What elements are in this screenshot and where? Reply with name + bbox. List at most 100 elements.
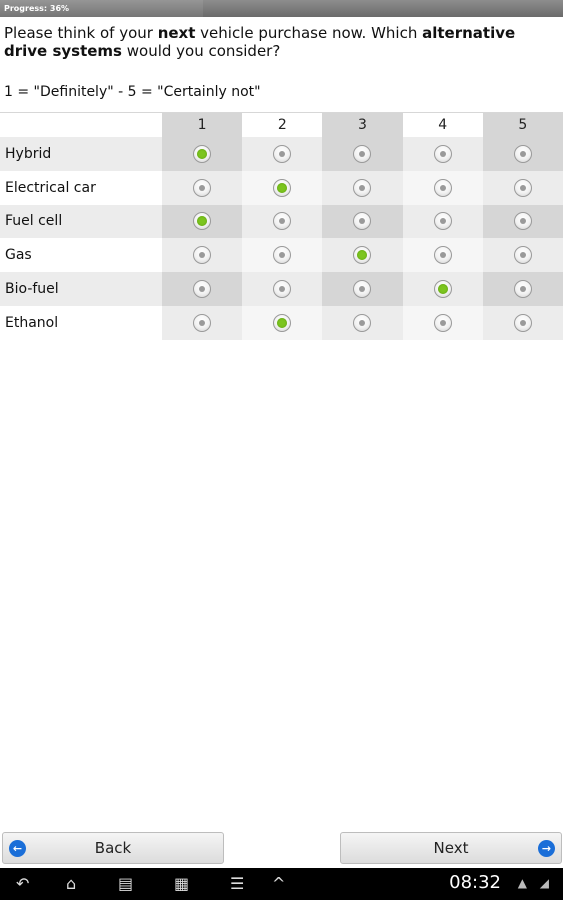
radio-option[interactable] bbox=[513, 246, 532, 265]
radio-dot bbox=[197, 216, 208, 227]
question-part2: vehicle purchase now. Which bbox=[195, 24, 423, 42]
recent-apps-icon[interactable]: ▤ bbox=[118, 874, 133, 894]
radio-option[interactable] bbox=[433, 212, 452, 231]
radio-option[interactable] bbox=[353, 313, 372, 332]
radio-selected[interactable] bbox=[353, 246, 372, 265]
radio-dot bbox=[359, 184, 366, 191]
home-icon[interactable]: ⌂ bbox=[66, 874, 76, 894]
rating-cell bbox=[322, 238, 403, 273]
radio-option[interactable] bbox=[433, 178, 452, 197]
grid-row: Electrical car bbox=[0, 170, 563, 205]
rating-cell bbox=[482, 238, 563, 273]
radio-selected[interactable] bbox=[433, 280, 452, 299]
rating-cell bbox=[322, 305, 403, 340]
radio-option[interactable] bbox=[433, 313, 452, 332]
back-button[interactable]: ← Back bbox=[2, 832, 224, 864]
radio-dot bbox=[279, 218, 286, 225]
radio-dot bbox=[359, 150, 366, 157]
radio-selected[interactable] bbox=[273, 178, 292, 197]
radio-option[interactable] bbox=[273, 144, 292, 163]
rating-cell bbox=[482, 204, 563, 239]
radio-option[interactable] bbox=[193, 313, 212, 332]
rating-cell bbox=[162, 305, 243, 340]
rating-cell bbox=[402, 170, 483, 205]
question-text: Please think of your next vehicle purcha… bbox=[4, 24, 556, 60]
radio-option[interactable] bbox=[193, 178, 212, 197]
radio-option[interactable] bbox=[273, 246, 292, 265]
rating-cell bbox=[322, 137, 403, 171]
rating-cell bbox=[402, 305, 483, 340]
radio-dot bbox=[277, 182, 288, 193]
radio-option[interactable] bbox=[353, 178, 372, 197]
rating-cell bbox=[162, 272, 243, 306]
rating-cell bbox=[322, 170, 403, 205]
rating-cell bbox=[162, 204, 243, 239]
rating-cell bbox=[242, 204, 323, 239]
rating-cell bbox=[162, 238, 243, 273]
radio-option[interactable] bbox=[513, 280, 532, 299]
column-header-3: 3 bbox=[322, 113, 403, 137]
question-part3: would you consider? bbox=[122, 42, 281, 60]
radio-dot bbox=[279, 252, 286, 259]
column-header-4: 4 bbox=[402, 113, 483, 137]
radio-dot bbox=[199, 184, 206, 191]
scale-note: 1 = "Definitely" - 5 = "Certainly not" bbox=[4, 84, 261, 100]
rating-cell bbox=[402, 137, 483, 171]
radio-option[interactable] bbox=[353, 212, 372, 231]
radio-dot bbox=[439, 319, 446, 326]
grid-row: Hybrid bbox=[0, 137, 563, 171]
radio-dot bbox=[357, 250, 368, 261]
radio-dot bbox=[519, 218, 526, 225]
radio-dot bbox=[359, 319, 366, 326]
arrow-left-icon: ← bbox=[9, 840, 26, 857]
grid-row: Gas bbox=[0, 238, 563, 273]
row-label: Hybrid bbox=[0, 137, 162, 171]
radio-option[interactable] bbox=[273, 212, 292, 231]
rating-cell bbox=[322, 204, 403, 239]
radio-option[interactable] bbox=[353, 280, 372, 299]
rating-cell bbox=[482, 170, 563, 205]
radio-option[interactable] bbox=[513, 212, 532, 231]
system-navigation-bar: ↶ ⌂ ▤ ▦ ☰ ^ 08:32 ▲ ◢ bbox=[0, 868, 563, 900]
rating-cell bbox=[242, 272, 323, 306]
radio-option[interactable] bbox=[193, 246, 212, 265]
radio-dot bbox=[199, 319, 206, 326]
radio-selected[interactable] bbox=[193, 212, 212, 231]
radio-selected[interactable] bbox=[193, 144, 212, 163]
progress-bar: Progress: 36% bbox=[0, 0, 563, 17]
row-label: Electrical car bbox=[0, 170, 162, 205]
radio-dot bbox=[439, 150, 446, 157]
question-part1: Please think of your bbox=[4, 24, 158, 42]
menu-icon[interactable]: ☰ bbox=[230, 874, 244, 894]
column-header-5: 5 bbox=[482, 113, 563, 137]
radio-option[interactable] bbox=[433, 144, 452, 163]
grid-body: Hybrid Electrical car Fuel cell Gas Bio-fuel… bbox=[0, 137, 563, 340]
radio-option[interactable] bbox=[433, 246, 452, 265]
screenshot-icon[interactable]: ▦ bbox=[174, 874, 189, 894]
rating-cell bbox=[242, 305, 323, 340]
radio-option[interactable] bbox=[353, 144, 372, 163]
rating-cell bbox=[402, 238, 483, 273]
column-header-2: 2 bbox=[242, 113, 323, 137]
radio-option[interactable] bbox=[513, 144, 532, 163]
radio-dot bbox=[359, 286, 366, 293]
grid-row: Fuel cell bbox=[0, 204, 563, 239]
rating-cell bbox=[162, 137, 243, 171]
progress-label: Progress: 36% bbox=[4, 4, 70, 13]
header-spacer bbox=[0, 113, 162, 137]
radio-selected[interactable] bbox=[273, 313, 292, 332]
chevron-up-icon[interactable]: ^ bbox=[272, 874, 285, 894]
radio-option[interactable] bbox=[193, 280, 212, 299]
next-button[interactable]: Next → bbox=[340, 832, 562, 864]
back-button-label: Back bbox=[94, 839, 132, 857]
radio-option[interactable] bbox=[513, 313, 532, 332]
radio-dot bbox=[199, 286, 206, 293]
radio-option[interactable] bbox=[273, 280, 292, 299]
back-nav-icon[interactable]: ↶ bbox=[16, 874, 29, 894]
next-button-label: Next bbox=[433, 839, 469, 857]
radio-dot bbox=[437, 284, 448, 295]
radio-dot bbox=[279, 150, 286, 157]
rating-cell bbox=[482, 137, 563, 171]
radio-option[interactable] bbox=[513, 178, 532, 197]
arrow-right-icon: → bbox=[538, 840, 555, 857]
